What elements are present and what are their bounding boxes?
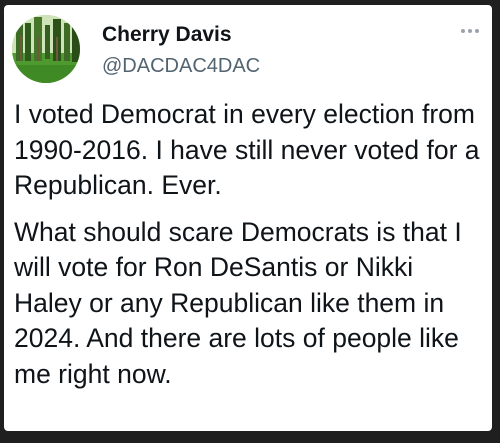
tweet-paragraph: What should scare Democrats is that I wi… (14, 216, 462, 389)
screenshot-frame: Cherry Davis @DACDAC4DAC I voted Democra… (0, 0, 500, 443)
author-display-name[interactable]: Cherry Davis (102, 23, 232, 47)
more-dot (468, 29, 472, 33)
tweet-card: Cherry Davis @DACDAC4DAC I voted Democra… (4, 5, 492, 431)
forest-trees-avatar-icon (12, 15, 80, 83)
more-options-icon[interactable] (456, 23, 484, 39)
more-dot (461, 29, 465, 33)
more-dot (475, 29, 479, 33)
author-handle[interactable]: @DACDAC4DAC (102, 55, 260, 78)
tweet-text: I voted Democrat in every election from … (14, 97, 488, 392)
avatar[interactable] (12, 15, 80, 83)
tweet-paragraph: I voted Democrat in every election from … (14, 99, 480, 200)
